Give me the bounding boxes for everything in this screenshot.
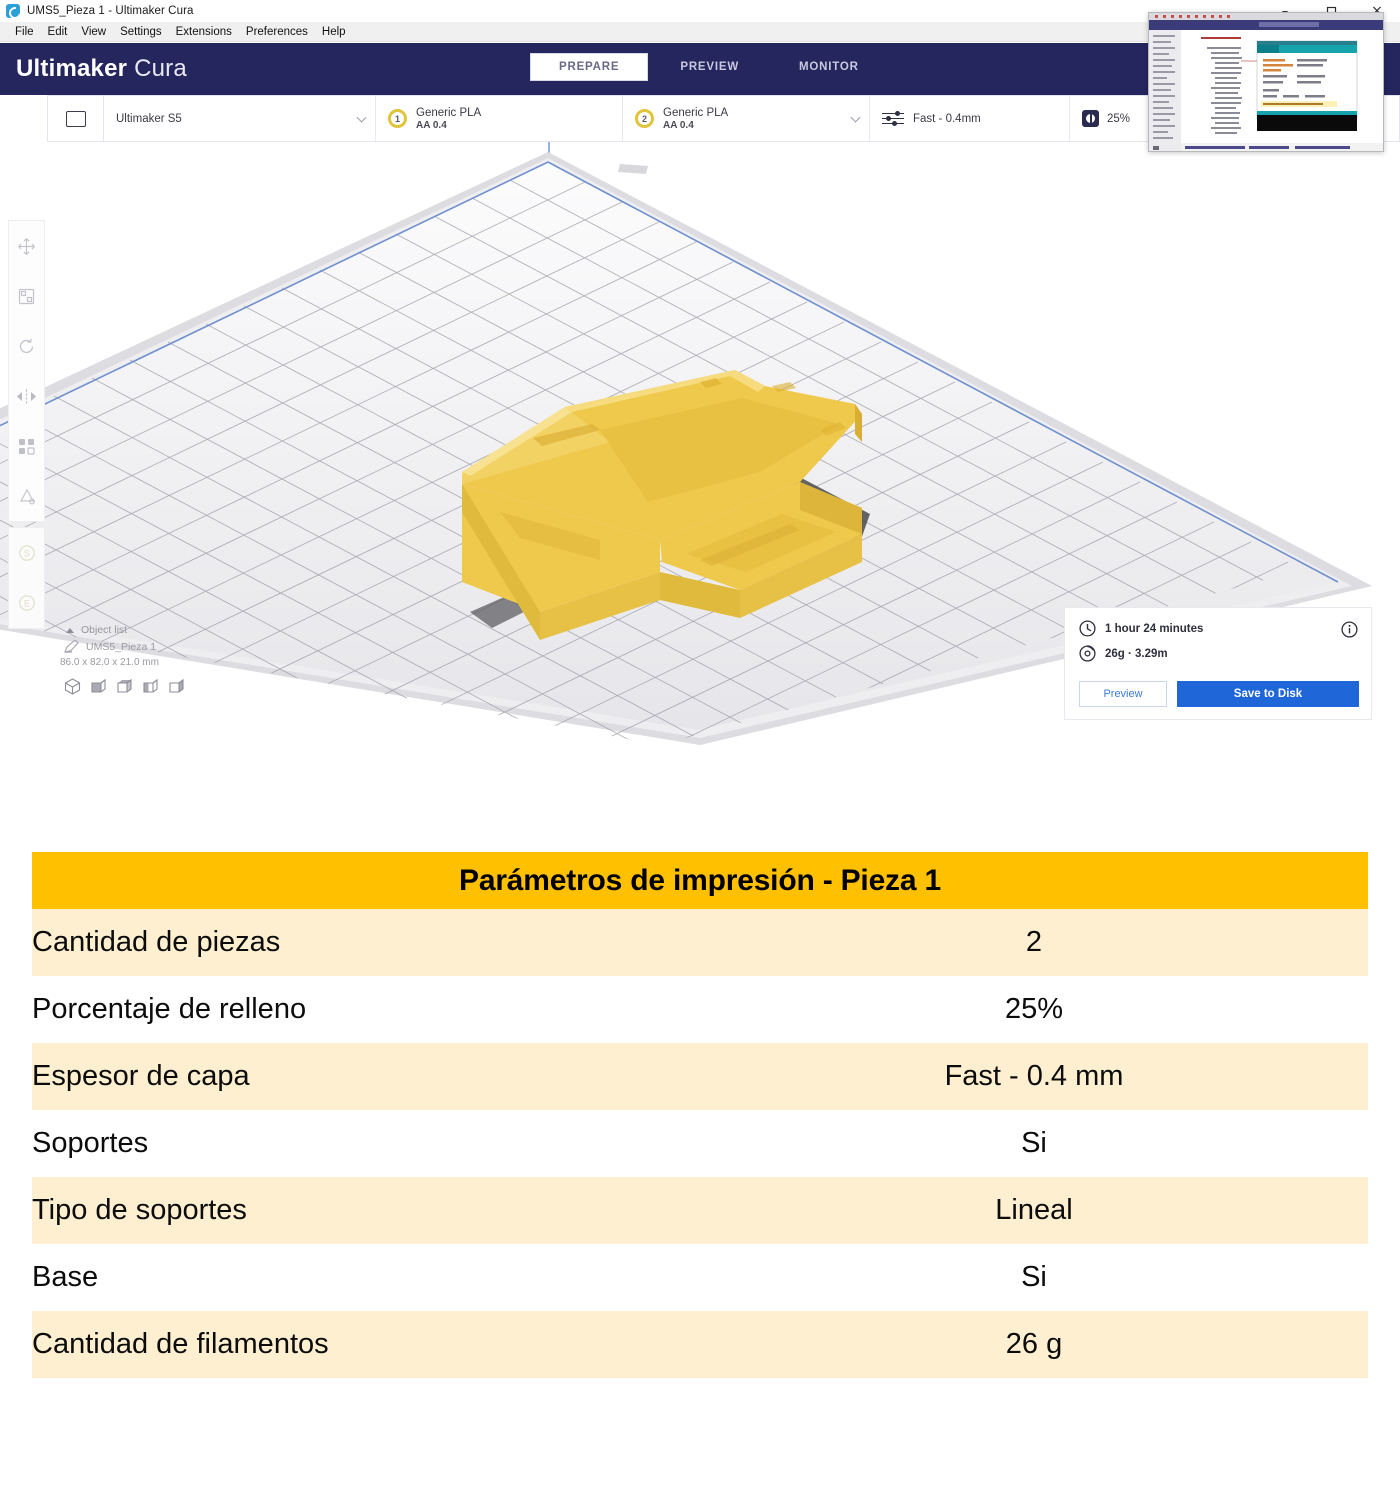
support-blocker-icon[interactable]	[9, 471, 44, 521]
tab-preview[interactable]: PREVIEW	[652, 53, 767, 81]
support-eraser-icon[interactable]: S	[9, 528, 44, 578]
move-tool-icon[interactable]	[9, 221, 44, 271]
camera-view-buttons	[64, 678, 265, 695]
filament-spool-icon	[1079, 645, 1096, 662]
extruder-2-selector[interactable]: 2 Generic PLA AA 0.4	[623, 96, 870, 141]
stage-tabs: PREPARE PREVIEW MONITOR	[530, 53, 887, 81]
print-settings-sliders-icon	[882, 110, 904, 127]
table-row: Base Si	[32, 1244, 1368, 1311]
print-actions: Preview Save to Disk	[1079, 681, 1359, 707]
extruder-2-material: Generic PLA	[663, 106, 729, 119]
print-time-value: 1 hour 24 minutes	[1105, 622, 1204, 635]
printer-selector[interactable]: Ultimaker S5	[104, 96, 376, 141]
extruder-2-nozzle: AA 0.4	[663, 119, 694, 131]
print-info-panel: 1 hour 24 minutes 26g · 3.29m Preview Sa…	[1064, 607, 1372, 720]
chevron-down-icon	[850, 112, 861, 123]
scale-tool-icon[interactable]	[9, 271, 44, 321]
svg-text:E: E	[23, 599, 29, 609]
rotate-tool-icon[interactable]	[9, 321, 44, 371]
row-value: Lineal	[995, 1194, 1073, 1226]
view-left-icon[interactable]	[142, 678, 159, 695]
row-value: 25%	[1004, 993, 1064, 1025]
per-model-settings-icon[interactable]	[9, 421, 44, 471]
infill-value: 25%	[1107, 112, 1131, 125]
open-file-button[interactable]	[48, 96, 104, 141]
row-label: Soportes	[32, 1127, 149, 1159]
custom-supports-icon[interactable]: E	[9, 578, 44, 628]
svg-text:S: S	[23, 549, 29, 559]
row-label: Espesor de capa	[32, 1060, 250, 1092]
object-list-header[interactable]: Object list	[60, 624, 265, 636]
row-value: Si	[1021, 1261, 1047, 1293]
object-dimensions: 86.0 x 82.0 x 21.0 mm	[60, 657, 159, 668]
table-row: Cantidad de filamentos 26 g	[32, 1311, 1368, 1378]
menu-extensions[interactable]: Extensions	[169, 25, 239, 39]
object-list-item[interactable]: UMS5_Pieza 1	[60, 640, 265, 653]
row-value: Si	[1021, 1127, 1047, 1159]
menu-help[interactable]: Help	[315, 25, 353, 39]
table-row: Espesor de capa Fast - 0.4 mm	[32, 1043, 1368, 1110]
menu-settings[interactable]: Settings	[113, 25, 169, 39]
row-label: Cantidad de piezas	[32, 926, 281, 958]
print-time-row: 1 hour 24 minutes	[1079, 620, 1357, 637]
chevron-up-icon	[66, 627, 74, 633]
tab-prepare[interactable]: PREPARE	[530, 53, 649, 81]
table-row: Tipo de soportes Lineal	[32, 1177, 1368, 1244]
view-3d-icon[interactable]	[64, 678, 81, 695]
view-top-icon[interactable]	[116, 678, 133, 695]
secondary-tools-toolbar: S E	[8, 527, 45, 629]
clock-icon	[1079, 620, 1096, 637]
save-to-disk-button[interactable]: Save to Disk	[1177, 681, 1359, 707]
mirror-tool-icon[interactable]	[9, 371, 44, 421]
background-ide-window[interactable]	[1148, 12, 1384, 152]
menu-edit[interactable]: Edit	[41, 25, 75, 39]
extruder-2-icon: 2	[635, 109, 654, 128]
print-parameters-table: Parámetros de impresión - Pieza 1 Cantid…	[32, 852, 1368, 1378]
row-label: Tipo de soportes	[32, 1194, 247, 1226]
cura-logo-icon	[6, 4, 20, 18]
table-header-row: Parámetros de impresión - Pieza 1	[32, 852, 1368, 909]
brand-ultimaker: Ultimaker	[16, 55, 128, 82]
infill-density-icon	[1082, 110, 1099, 127]
chevron-down-icon	[356, 112, 367, 123]
table-title: Parámetros de impresión - Pieza 1	[32, 852, 1368, 909]
brand-cura: Cura	[134, 55, 187, 82]
row-label: Cantidad de filamentos	[32, 1328, 329, 1360]
menu-file[interactable]: File	[8, 25, 41, 39]
object-list-panel: Object list UMS5_Pieza 1 86.0 x 82.0 x 2…	[60, 624, 265, 695]
extruder-1-icon: 1	[388, 109, 407, 128]
view-right-icon[interactable]	[168, 678, 185, 695]
row-value: 26 g	[1005, 1328, 1063, 1360]
table-row: Cantidad de piezas 2	[32, 909, 1368, 976]
extruder-1-selector[interactable]: 1 Generic PLA AA 0.4	[376, 96, 623, 141]
table-row: Soportes Si	[32, 1110, 1368, 1177]
extruder-1-nozzle: AA 0.4	[416, 119, 447, 131]
tab-monitor[interactable]: MONITOR	[771, 53, 887, 81]
view-front-icon[interactable]	[90, 678, 107, 695]
preview-button[interactable]: Preview	[1079, 681, 1167, 707]
material-usage-value: 26g · 3.29m	[1105, 647, 1168, 660]
menu-view[interactable]: View	[74, 25, 113, 39]
row-value: Fast - 0.4 mm	[944, 1060, 1124, 1092]
row-value: 2	[1025, 926, 1043, 958]
table-row: Porcentaje de relleno 25%	[32, 976, 1368, 1043]
row-label: Porcentaje de relleno	[32, 993, 307, 1025]
3d-viewport[interactable]: S E Object list UMS5_Pieza 1 86.0 x 82.0…	[0, 142, 1400, 745]
extruder-1-material: Generic PLA	[416, 106, 482, 119]
print-profile-selector[interactable]: Fast - 0.4mm	[870, 96, 1070, 141]
object-list-title: Object list	[81, 624, 128, 636]
cura-application-window: UMS5_Pieza 1 - Ultimaker Cura – × File E…	[0, 0, 1400, 745]
printer-name: Ultimaker S5	[116, 112, 182, 125]
model-pen-icon	[64, 640, 79, 653]
print-profile-value: Fast - 0.4mm	[913, 112, 981, 125]
model-tools-toolbar	[8, 220, 45, 522]
object-name: UMS5_Pieza 1	[86, 640, 157, 653]
folder-open-icon	[65, 110, 86, 127]
app-brand: Ultimaker Cura	[16, 55, 187, 83]
menu-preferences[interactable]: Preferences	[239, 25, 315, 39]
material-usage-row: 26g · 3.29m	[1079, 645, 1357, 662]
info-circle-icon[interactable]	[1341, 621, 1358, 643]
row-label: Base	[32, 1261, 99, 1293]
window-title: UMS5_Pieza 1 - Ultimaker Cura	[27, 5, 194, 17]
